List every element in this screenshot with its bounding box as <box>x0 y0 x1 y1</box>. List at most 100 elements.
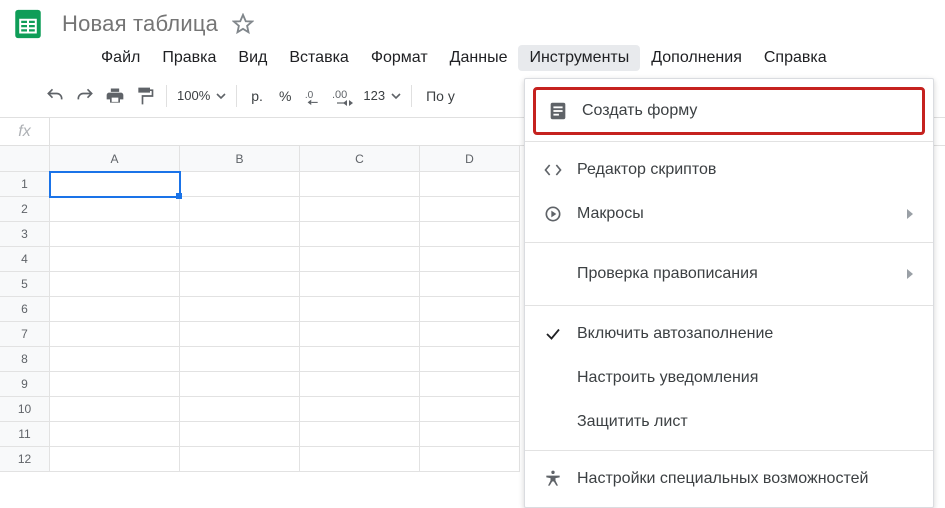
increase-decimal-button[interactable]: .00 <box>329 81 359 111</box>
cell[interactable] <box>300 347 420 372</box>
cell[interactable] <box>300 272 420 297</box>
row-header[interactable]: 6 <box>0 297 50 322</box>
cell[interactable] <box>50 247 180 272</box>
redo-button[interactable] <box>70 81 100 111</box>
star-icon[interactable] <box>232 13 254 35</box>
menu-insert[interactable]: Вставка <box>278 45 359 71</box>
menu-item-autocomplete[interactable]: Включить автозаполнение <box>525 312 933 356</box>
cell[interactable] <box>50 322 180 347</box>
row-header[interactable]: 11 <box>0 422 50 447</box>
column-header[interactable]: B <box>180 146 300 172</box>
cell[interactable] <box>180 172 300 197</box>
menu-item-protect-sheet[interactable]: Защитить лист <box>525 400 933 444</box>
cell[interactable] <box>420 297 520 322</box>
cell[interactable] <box>420 397 520 422</box>
row-header[interactable]: 3 <box>0 222 50 247</box>
row-header[interactable]: 1 <box>0 172 50 197</box>
cell[interactable] <box>300 372 420 397</box>
cell[interactable] <box>420 172 520 197</box>
form-icon <box>544 100 572 122</box>
sheets-logo[interactable] <box>8 4 48 44</box>
cell[interactable] <box>50 272 180 297</box>
column-header[interactable]: C <box>300 146 420 172</box>
menu-item-notifications[interactable]: Настроить уведомления <box>525 356 933 400</box>
cell[interactable] <box>180 347 300 372</box>
cell[interactable] <box>50 297 180 322</box>
cell[interactable] <box>420 447 520 472</box>
row-header[interactable]: 12 <box>0 447 50 472</box>
cell[interactable] <box>50 172 180 197</box>
cell[interactable] <box>180 322 300 347</box>
cell[interactable] <box>300 247 420 272</box>
cell[interactable] <box>180 447 300 472</box>
paint-format-button[interactable] <box>130 81 160 111</box>
row-header[interactable]: 7 <box>0 322 50 347</box>
cell[interactable] <box>420 372 520 397</box>
row-header[interactable]: 5 <box>0 272 50 297</box>
cell[interactable] <box>180 422 300 447</box>
row-header[interactable]: 10 <box>0 397 50 422</box>
cell[interactable] <box>180 297 300 322</box>
cell[interactable] <box>300 172 420 197</box>
cell[interactable] <box>50 372 180 397</box>
row-header[interactable]: 8 <box>0 347 50 372</box>
decrease-decimal-button[interactable]: .0 <box>299 81 329 111</box>
cell[interactable] <box>420 347 520 372</box>
document-title[interactable]: Новая таблица <box>62 11 218 37</box>
row-header[interactable]: 2 <box>0 197 50 222</box>
cell[interactable] <box>420 197 520 222</box>
menu-addons[interactable]: Дополнения <box>640 45 753 71</box>
cell[interactable] <box>50 197 180 222</box>
cell[interactable] <box>300 222 420 247</box>
cell[interactable] <box>420 422 520 447</box>
cell[interactable] <box>180 272 300 297</box>
percent-format-button[interactable]: % <box>271 88 299 104</box>
column-header[interactable]: A <box>50 146 180 172</box>
row-header[interactable]: 4 <box>0 247 50 272</box>
menu-item-accessibility[interactable]: Настройки специальных возможностей <box>525 457 933 501</box>
select-all-corner[interactable] <box>0 146 50 172</box>
cell[interactable] <box>50 397 180 422</box>
menu-data[interactable]: Данные <box>439 45 519 71</box>
cell[interactable] <box>50 222 180 247</box>
menu-item-spellcheck[interactable]: Проверка правописания <box>525 249 933 299</box>
separator <box>411 85 412 107</box>
cell[interactable] <box>300 447 420 472</box>
undo-button[interactable] <box>40 81 70 111</box>
cell[interactable] <box>180 247 300 272</box>
fx-icon: fx <box>0 118 50 145</box>
cell[interactable] <box>300 197 420 222</box>
script-icon <box>539 160 567 180</box>
cell[interactable] <box>50 422 180 447</box>
menu-item-script-editor[interactable]: Редактор скриптов <box>525 148 933 192</box>
currency-format-button[interactable]: р. <box>243 88 271 104</box>
cell[interactable] <box>180 397 300 422</box>
print-button[interactable] <box>100 81 130 111</box>
cell[interactable] <box>300 297 420 322</box>
menu-item-macros[interactable]: Макросы <box>525 192 933 236</box>
cell[interactable] <box>50 447 180 472</box>
cell[interactable] <box>300 422 420 447</box>
zoom-select[interactable]: 100% <box>173 88 230 103</box>
font-select[interactable]: По у <box>418 88 463 104</box>
number-format-select[interactable]: 123 <box>359 88 405 103</box>
cell[interactable] <box>180 372 300 397</box>
column-header[interactable]: D <box>420 146 520 172</box>
menu-view[interactable]: Вид <box>227 45 278 71</box>
cell[interactable] <box>420 272 520 297</box>
menu-help[interactable]: Справка <box>753 45 838 71</box>
cell[interactable] <box>50 347 180 372</box>
menu-edit[interactable]: Правка <box>151 45 227 71</box>
menu-tools[interactable]: Инструменты <box>518 45 640 71</box>
cell[interactable] <box>420 322 520 347</box>
menu-format[interactable]: Формат <box>360 45 439 71</box>
cell[interactable] <box>300 397 420 422</box>
menu-file[interactable]: Файл <box>90 45 151 71</box>
row-header[interactable]: 9 <box>0 372 50 397</box>
cell[interactable] <box>420 222 520 247</box>
menu-item-create-form[interactable]: Создать форму <box>533 87 925 135</box>
cell[interactable] <box>180 222 300 247</box>
cell[interactable] <box>300 322 420 347</box>
cell[interactable] <box>420 247 520 272</box>
cell[interactable] <box>180 197 300 222</box>
